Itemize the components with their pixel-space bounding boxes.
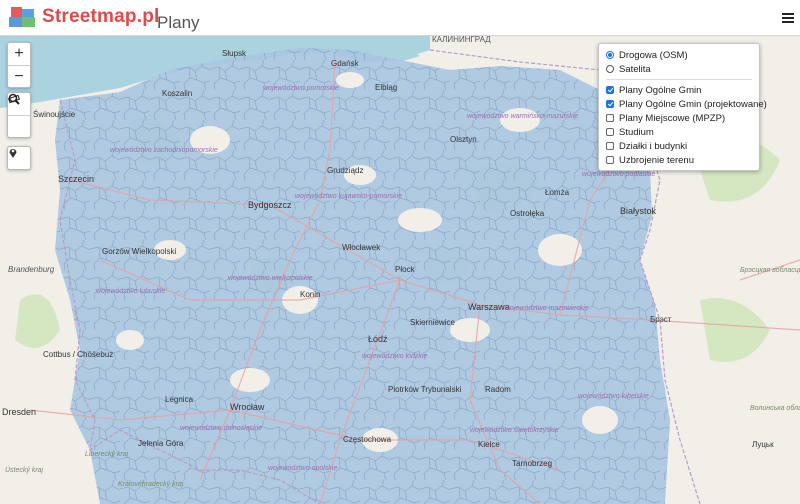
label-swinoujscie: Świnoujście: [33, 110, 76, 119]
layers-divider: [606, 79, 752, 80]
app-header: Streetmap.pl Plany: [0, 0, 800, 36]
overlay-studium-label: Studium: [619, 126, 654, 138]
measure-button[interactable]: [8, 94, 30, 137]
label-woj-lodzkie: województwo łódzkie: [362, 353, 427, 360]
checkbox-plany-projektowane[interactable]: [606, 100, 614, 108]
label-grudziadz: Grudziądz: [327, 166, 363, 175]
hamburger-menu-icon[interactable]: [782, 13, 794, 23]
label-kralovehradecky: Královéhradecký kraj: [118, 481, 184, 488]
label-dresden: Dresden: [2, 407, 36, 417]
label-kaliningrad: КАЛИНИНГРАД: [432, 36, 491, 44]
label-bialystok: Białystok: [620, 206, 657, 216]
checkbox-mpzp[interactable]: [606, 114, 614, 122]
label-szczecin: Szczecin: [58, 174, 94, 184]
locate-control: [7, 146, 31, 170]
label-woj-pomorskie: województwo pomorskie: [263, 85, 339, 92]
label-lutsk: Луцьк: [752, 440, 774, 449]
locate-button[interactable]: [8, 147, 30, 169]
base-layer-osm[interactable]: Drogowa (OSM): [606, 48, 759, 62]
overlay-plany-ogolne-label: Plany Ogólne Gmin: [619, 84, 702, 96]
label-woj-mazowieckie: województwo mazowieckie: [505, 305, 589, 312]
label-olsztyn: Olsztyn: [450, 135, 477, 144]
base-layer-osm-label: Drogowa (OSM): [619, 49, 688, 61]
label-woj-kujawsko: województwo kujawsko-pomorskie: [295, 193, 402, 200]
label-gdansk: Gdańsk: [331, 59, 360, 68]
label-wloclawek: Włocławek: [342, 243, 381, 252]
label-koszalin: Koszalin: [162, 89, 192, 98]
checkbox-uzbrojenie[interactable]: [606, 156, 614, 164]
label-ostroleka: Ostrołęka: [510, 209, 545, 218]
overlay-mpzp[interactable]: Plany Miejscowe (MPZP): [606, 111, 759, 125]
overlay-studium[interactable]: Studium: [606, 125, 759, 139]
overlay-plany-ogolne[interactable]: Plany Ogólne Gmin: [606, 83, 759, 97]
label-plock: Płock: [395, 265, 416, 274]
overlay-mpzp-label: Plany Miejscowe (MPZP): [619, 112, 726, 124]
brand-name[interactable]: Streetmap.pl: [42, 6, 160, 28]
ruler-icon: [8, 94, 20, 104]
checkbox-dzialki[interactable]: [606, 142, 614, 150]
location-pin-icon: [9, 149, 17, 158]
label-legnica: Legnica: [165, 395, 194, 404]
label-slupsk: Słupsk: [222, 49, 247, 58]
label-elblag: Elbląg: [375, 83, 397, 92]
base-layer-satellite-label: Satelita: [619, 63, 651, 75]
label-wroclaw: Wrocław: [230, 402, 265, 412]
tools-control: [7, 92, 31, 138]
label-czestochowa: Częstochowa: [343, 435, 392, 444]
label-volyn: Волинська область: [750, 404, 800, 412]
checkbox-plany-ogolne[interactable]: [606, 86, 614, 94]
label-woj-lubelskie: województwo lubelskie: [578, 393, 649, 400]
label-woj-lubuskie: województwo lubuskie: [96, 288, 165, 295]
zoom-in-button[interactable]: +: [8, 43, 30, 65]
checkbox-studium[interactable]: [606, 128, 614, 136]
label-kielce: Kielce: [478, 440, 500, 449]
radio-satellite[interactable]: [606, 65, 614, 73]
label-brest: Брэст: [650, 315, 672, 324]
label-radom: Radom: [485, 385, 511, 394]
overlay-plany-projektowane-label: Plany Ogólne Gmin (projektowane): [619, 98, 767, 110]
label-woj-swietokrzyskie: województwo świętokrzyskie: [470, 427, 559, 434]
label-ustecky: Ústecký kraj: [5, 465, 44, 474]
label-brandenburg: Brandenburg: [8, 265, 55, 274]
label-woj-opolskie: województwo opolskie: [268, 465, 337, 472]
label-jelenia: Jelenia Góra: [138, 439, 184, 448]
page-subtitle: Plany: [157, 13, 200, 32]
label-gorzow: Gorzów Wielkopolski: [102, 247, 176, 256]
base-layer-satellite[interactable]: Satelita: [606, 62, 759, 76]
label-woj-dolnoslaskie: województwo dolnośląskie: [180, 425, 262, 432]
label-cottbus: Cottbus / Chóśebuz: [43, 350, 113, 359]
layers-panel: Drogowa (OSM) Satelita Plany Ogólne Gmin…: [598, 43, 767, 171]
label-brest-obl: Брэсцкая вобласць: [740, 266, 800, 274]
overlay-uzbrojenie[interactable]: Uzbrojenie terenu: [606, 153, 759, 167]
overlay-dzialki[interactable]: Działki i budynki: [606, 139, 759, 153]
label-konin: Konin: [300, 290, 320, 299]
label-warszawa: Warszawa: [468, 302, 510, 312]
overlay-plany-projektowane[interactable]: Plany Ogólne Gmin (projektowane): [606, 97, 767, 111]
label-lodz: Łódź: [368, 334, 388, 344]
label-piotrkow: Piotrków Trybunalski: [388, 385, 462, 394]
zoom-out-button[interactable]: −: [8, 65, 30, 87]
label-woj-podlaskie: województwo podlaskie: [582, 171, 655, 178]
label-bydgoszcz: Bydgoszcz: [248, 200, 292, 210]
radio-osm[interactable]: [606, 51, 614, 59]
label-lomza: Łomża: [545, 188, 570, 197]
zoom-control: + −: [7, 42, 31, 88]
overlay-dzialki-label: Działki i budynki: [619, 140, 688, 152]
streetmap-logo-icon[interactable]: [9, 6, 37, 28]
label-skierniewice: Skierniewice: [410, 318, 455, 327]
label-woj-zachodnio: województwo zachodniopomorskie: [110, 147, 218, 154]
label-woj-wielkopolskie: województwo wielkopolskie: [228, 275, 313, 282]
overlay-uzbrojenie-label: Uzbrojenie terenu: [619, 154, 694, 166]
label-liberecky: Liberecký kraj: [85, 451, 129, 458]
label-tarnobrzeg: Tarnobrzeg: [512, 459, 552, 468]
label-woj-warminsko: województwo warmińsko-mazurskie: [467, 113, 578, 120]
